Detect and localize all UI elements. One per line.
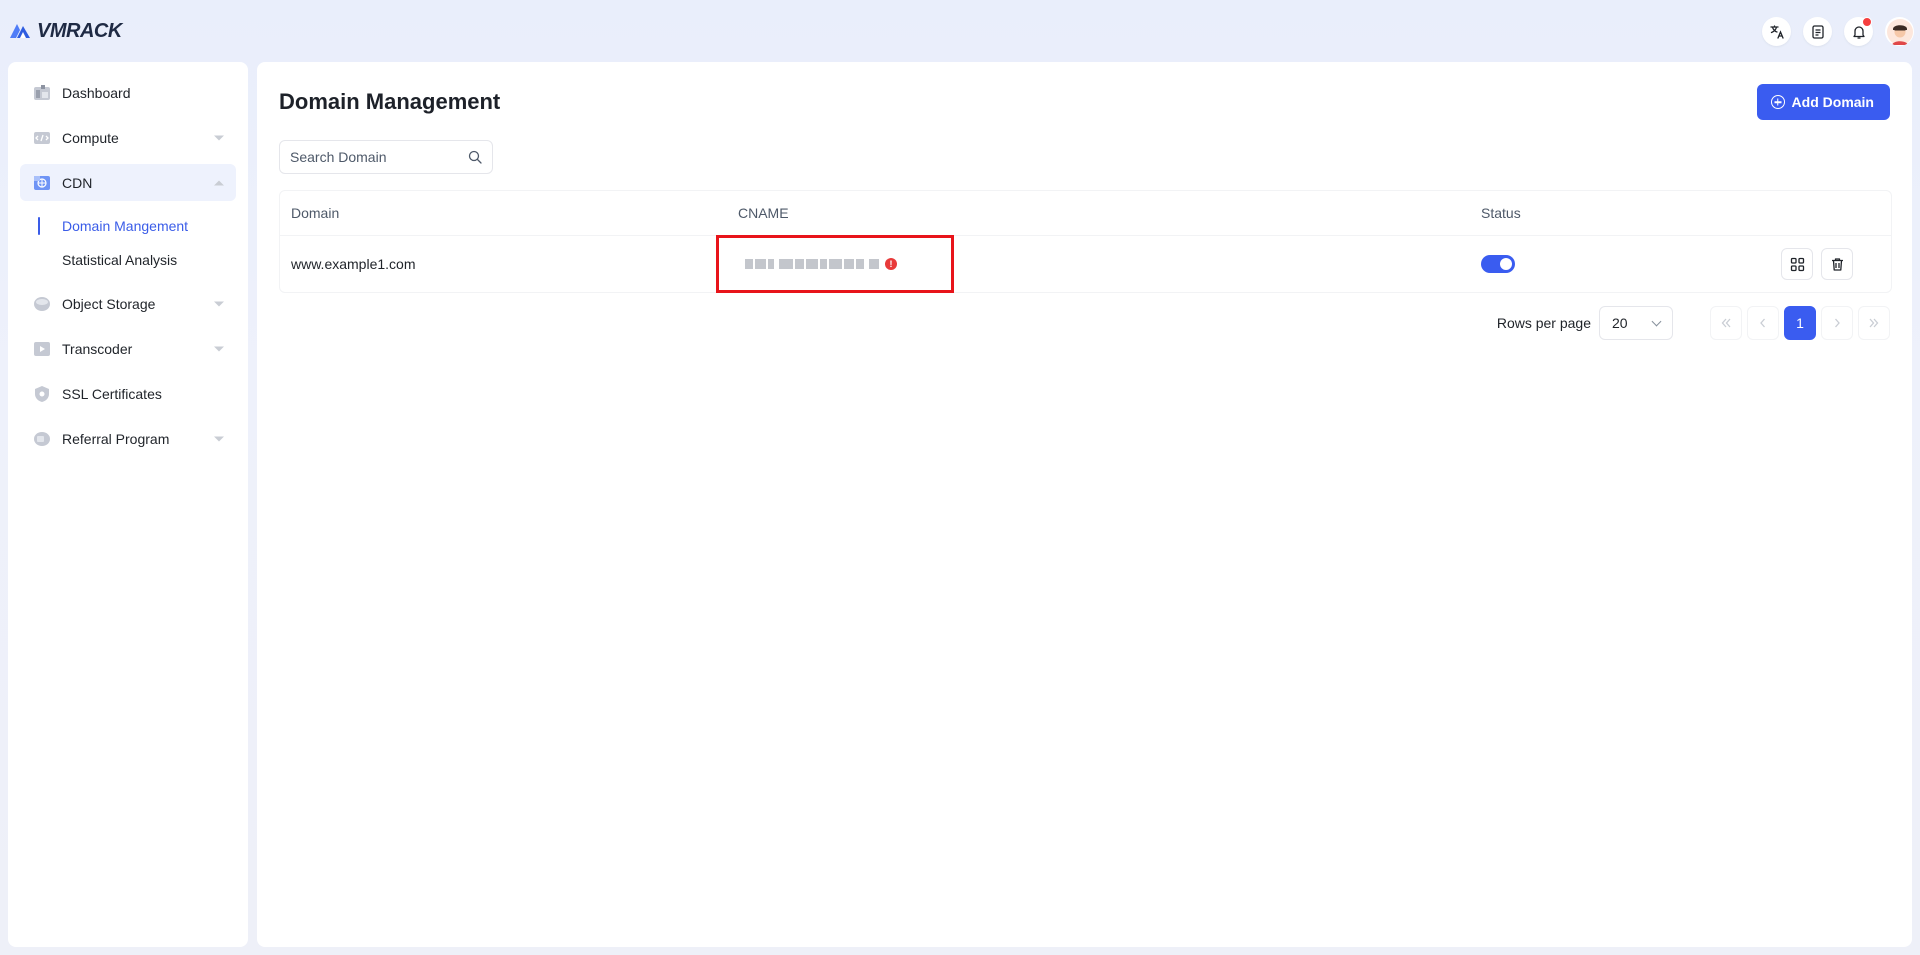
column-header-status: Status (1481, 205, 1521, 221)
cname-error-icon[interactable]: ! (885, 258, 897, 270)
vmrack-logo-icon (10, 24, 30, 38)
search-box (279, 140, 493, 174)
domain-cell: www.example1.com (291, 256, 416, 272)
rows-per-page-label: Rows per page (1496, 315, 1591, 331)
column-header-cname: CNAME (738, 205, 789, 221)
docs-icon[interactable] (1803, 17, 1832, 46)
last-page-button[interactable] (1858, 306, 1890, 340)
chevron-left-icon (1760, 318, 1765, 328)
sidebar-item-label: Compute (62, 129, 119, 146)
sidebar-item-label: Dashboard (62, 84, 131, 101)
referral-icon (32, 429, 52, 449)
actions-cell (1770, 248, 1891, 280)
main-panel: Domain Management Add Domain Domain CNAM… (257, 62, 1912, 947)
bell-icon[interactable] (1844, 17, 1873, 46)
sidebar: Dashboard Compute CDN Domain Mangement S… (8, 62, 248, 947)
table-row: www.example1.com ! (280, 235, 1891, 293)
status-cell (1470, 255, 1770, 273)
config-button[interactable] (1781, 248, 1813, 280)
translate-icon[interactable] (1762, 17, 1791, 46)
grid-icon (1790, 257, 1804, 271)
add-domain-button[interactable]: Add Domain (1756, 84, 1890, 120)
trash-icon (1831, 257, 1843, 271)
search-input[interactable] (280, 149, 470, 165)
column-header-domain: Domain (291, 205, 340, 221)
prev-page-button[interactable] (1747, 306, 1779, 340)
chevron-down-icon (214, 301, 224, 306)
page-button-current[interactable]: 1 (1784, 306, 1816, 340)
chevron-right-icon (1835, 318, 1840, 328)
brand-name: VMRACK (37, 19, 122, 42)
notification-dot (1862, 17, 1872, 27)
sidebar-item-referral-program[interactable]: Referral Program (20, 420, 236, 457)
sidebar-item-label: Transcoder (62, 340, 133, 357)
dashboard-icon (32, 83, 52, 103)
chevron-up-icon (214, 180, 224, 185)
rows-per-page-select[interactable]: 20 (1599, 306, 1673, 340)
sidebar-item-label: CDN (62, 174, 93, 191)
sidebar-item-label: Referral Program (62, 430, 170, 447)
status-toggle[interactable] (1481, 255, 1515, 273)
chevron-down-icon (214, 135, 224, 140)
sidebar-item-dashboard[interactable]: Dashboard (20, 74, 236, 111)
table-header: Domain CNAME Status (280, 191, 1891, 236)
double-chevron-right-icon (1869, 318, 1879, 328)
sidebar-item-object-storage[interactable]: Object Storage (20, 285, 236, 322)
page-title: Domain Management (279, 89, 501, 114)
sidebar-item-label: Object Storage (62, 295, 156, 312)
sidebar-item-transcoder[interactable]: Transcoder (20, 330, 236, 367)
sidebar-item-ssl-certificates[interactable]: SSL Certificates (20, 375, 236, 412)
compute-icon (32, 128, 52, 148)
chevron-down-icon (1651, 316, 1662, 327)
sidebar-subitem-statistical-analysis[interactable]: Statistical Analysis (20, 243, 236, 277)
chevron-down-icon (214, 346, 224, 351)
cname-highlight-box: ! (716, 235, 954, 293)
search-icon[interactable] (468, 150, 482, 164)
sidebar-subitem-domain-management[interactable]: Domain Mangement (20, 209, 236, 243)
sidebar-item-cdn[interactable]: CDN (20, 164, 236, 201)
chevron-down-icon (214, 436, 224, 441)
sidebar-item-compute[interactable]: Compute (20, 119, 236, 156)
plus-circle-icon (1770, 95, 1785, 109)
cname-cell: ! (716, 235, 1470, 293)
cdn-icon (32, 173, 52, 193)
add-domain-label: Add Domain (1791, 94, 1874, 110)
rows-per-page-value: 20 (1612, 315, 1628, 331)
avatar[interactable] (1885, 17, 1914, 46)
ssl-icon (32, 384, 52, 404)
transcoder-icon (32, 339, 52, 359)
delete-button[interactable] (1821, 248, 1853, 280)
user-avatar-icon (1886, 18, 1913, 45)
domain-table: Domain CNAME Status www.example1.com ! (279, 190, 1892, 293)
double-chevron-left-icon (1721, 318, 1731, 328)
pagination: Rows per page 20 1 (1497, 306, 1890, 340)
cdn-submenu: Domain Mangement Statistical Analysis (20, 209, 236, 277)
sidebar-item-label: SSL Certificates (62, 385, 162, 402)
storage-icon (32, 294, 52, 314)
first-page-button[interactable] (1710, 306, 1742, 340)
top-bar: VMRACK (0, 0, 1920, 62)
next-page-button[interactable] (1821, 306, 1853, 340)
logo[interactable]: VMRACK (8, 16, 122, 46)
cname-blurred-text (745, 259, 879, 269)
